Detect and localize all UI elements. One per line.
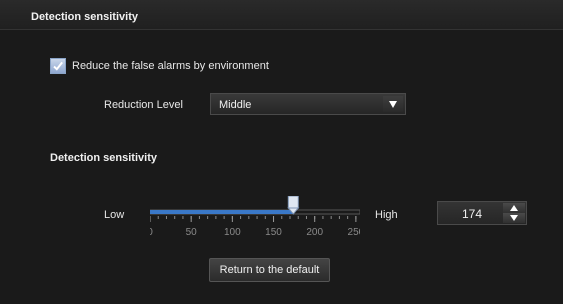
slider-major-ticks: 0 50 100 150 200 250 bbox=[150, 216, 360, 238]
return-to-default-button[interactable]: Return to the default bbox=[209, 258, 330, 282]
spin-down-icon[interactable] bbox=[503, 213, 525, 223]
section-title: Detection sensitivity bbox=[31, 11, 138, 23]
slider-tick-label: 100 bbox=[224, 227, 241, 238]
checkmark-icon bbox=[53, 61, 63, 71]
sensitivity-value[interactable]: 174 bbox=[462, 207, 482, 221]
slider-fill bbox=[150, 210, 294, 214]
high-label: High bbox=[375, 209, 398, 221]
slider-tick-label: 150 bbox=[265, 227, 282, 238]
slider-tick-label: 50 bbox=[186, 227, 198, 238]
slider-tick-label: 250 bbox=[348, 227, 360, 238]
reduce-false-alarms-label: Reduce the false alarms by environment bbox=[72, 60, 269, 72]
slider-minor-ticks bbox=[150, 216, 357, 219]
header-bar: Detection sensitivity bbox=[0, 0, 563, 30]
spin-up-icon[interactable] bbox=[503, 203, 525, 213]
dropdown-arrow-icon[interactable] bbox=[383, 96, 403, 112]
reduction-level-value: Middle bbox=[219, 99, 252, 111]
slider-tick-label: 0 bbox=[150, 227, 153, 238]
reduction-level-select[interactable]: Middle bbox=[210, 93, 406, 115]
reduction-level-label: Reduction Level bbox=[104, 99, 183, 111]
slider-tick-label: 200 bbox=[306, 227, 323, 238]
sensitivity-slider[interactable]: 0 50 100 150 200 250 bbox=[150, 196, 360, 240]
detection-sensitivity-title: Detection sensitivity bbox=[50, 152, 157, 164]
low-label: Low bbox=[104, 209, 125, 221]
reduce-false-alarms-checkbox[interactable] bbox=[50, 58, 66, 74]
sensitivity-spinbox[interactable]: 174 bbox=[437, 201, 527, 225]
